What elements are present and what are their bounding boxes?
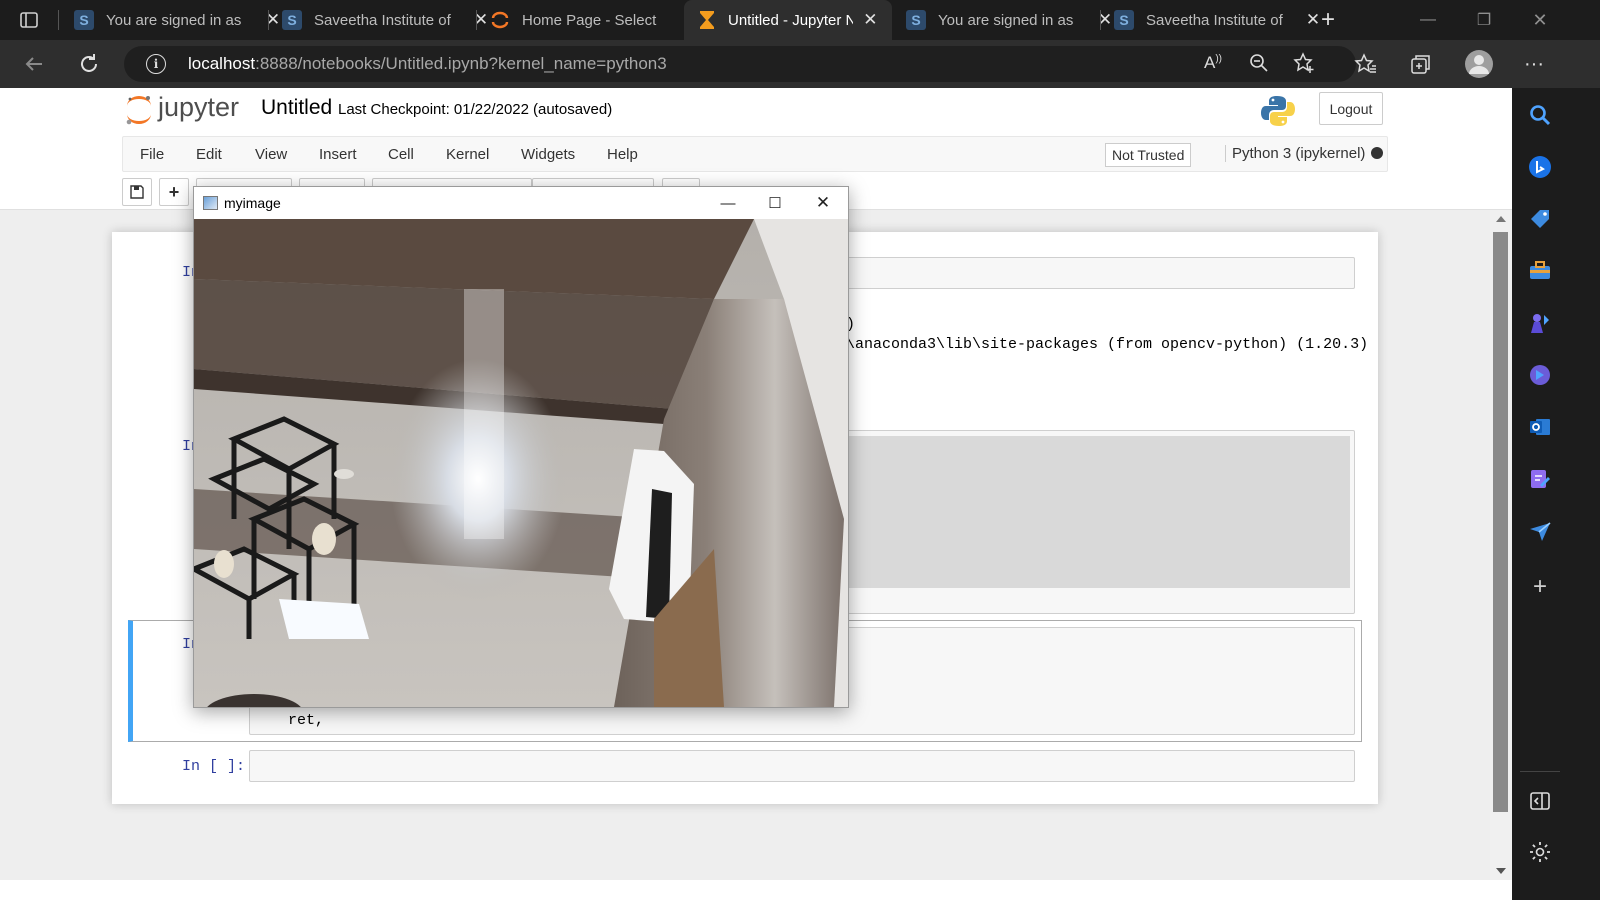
tab-title: Untitled - Jupyter N — [728, 11, 853, 29]
browser-tab-2[interactable]: S Saveetha Institute of ✕ — [268, 0, 504, 40]
saveetha-favicon-icon: S — [74, 10, 94, 30]
collections-icon[interactable] — [1407, 50, 1435, 78]
browser-tab-3[interactable]: Home Page - Select ✕ — [476, 0, 712, 40]
browser-tab-6[interactable]: S Saveetha Institute of ✕ — [1100, 0, 1336, 40]
site-info-icon[interactable]: i — [146, 54, 166, 74]
search-icon[interactable] — [1526, 101, 1554, 129]
copilot-icon[interactable] — [1526, 361, 1554, 389]
menu-widgets[interactable]: Widgets — [521, 146, 575, 163]
page-bottom-strip — [0, 880, 1512, 900]
saveetha-favicon-icon: S — [1114, 10, 1134, 30]
jupyter-logo-text[interactable]: jupyter — [158, 92, 239, 123]
close-icon[interactable]: ✕ — [808, 191, 838, 215]
shopping-tag-icon[interactable] — [1526, 205, 1554, 233]
tab-title: You are signed in as — [106, 11, 242, 29]
save-notebook-button[interactable] — [122, 178, 152, 206]
checkpoint-status: Last Checkpoint: 01/22/2022 — [338, 101, 529, 118]
scrollbar-thumb[interactable] — [1493, 232, 1508, 812]
code-cell-input[interactable] — [249, 750, 1355, 782]
profile-avatar-icon[interactable] — [1463, 48, 1495, 80]
zoom-out-icon[interactable] — [1248, 52, 1270, 79]
menu-edit[interactable]: Edit — [196, 146, 222, 163]
close-tab-icon[interactable]: ✕ — [863, 10, 878, 30]
jupyter-favicon-icon — [490, 10, 510, 30]
trust-status-button[interactable]: Not Trusted — [1105, 143, 1192, 167]
jupyter-menu-bar: File Edit View Insert Cell Kernel Widget… — [122, 136, 1388, 172]
back-icon[interactable] — [20, 50, 48, 78]
hourglass-icon — [698, 10, 716, 30]
opencv-image-window[interactable]: myimage — ☐ ✕ — [193, 186, 849, 708]
kernel-name[interactable]: Python 3 (ipykernel) — [1225, 145, 1365, 162]
minimize-window-icon[interactable]: — — [1400, 0, 1456, 40]
tools-briefcase-icon[interactable] — [1526, 257, 1554, 285]
menu-kernel[interactable]: Kernel — [446, 146, 489, 163]
cell-prompt: In [ ]: — [182, 758, 246, 775]
webcam-frame-image — [194, 219, 848, 707]
menu-file[interactable]: File — [140, 146, 164, 163]
tab-title: Saveetha Institute of — [1146, 11, 1283, 29]
browser-tab-5[interactable]: S You are signed in as ✕ — [892, 0, 1128, 40]
url-field[interactable]: i localhost:8888/notebooks/Untitled.ipyn… — [124, 46, 1356, 82]
saveetha-favicon-icon: S — [906, 10, 926, 30]
kernel-busy-indicator-icon — [1371, 147, 1383, 159]
bing-chat-icon[interactable] — [1526, 153, 1554, 181]
cell-output-text: \anaconda3\lib\site-packages (from openc… — [846, 336, 1369, 353]
logout-button[interactable]: Logout — [1319, 92, 1383, 125]
restore-window-icon[interactable]: ❐ — [1456, 0, 1512, 40]
close-window-icon[interactable]: ✕ — [1512, 0, 1568, 40]
url-text: localhost:8888/notebooks/Untitled.ipynb?… — [188, 54, 667, 73]
python-logo-icon — [1260, 94, 1296, 133]
menu-view[interactable]: View — [255, 146, 287, 163]
code-text: ret, — [288, 712, 325, 729]
autosave-status: (autosaved) — [533, 101, 613, 118]
address-bar-row: i localhost:8888/notebooks/Untitled.ipyn… — [0, 40, 1600, 88]
browser-tab-1[interactable]: S You are signed in as ✕ — [60, 0, 296, 40]
send-arrow-icon[interactable] — [1526, 517, 1554, 545]
refresh-icon[interactable] — [75, 50, 103, 78]
hide-sidebar-icon[interactable] — [1526, 787, 1554, 815]
insert-cell-button[interactable]: + — [159, 178, 189, 206]
window-app-icon — [203, 196, 218, 210]
read-aloud-icon[interactable]: A)) — [1204, 53, 1222, 73]
settings-more-icon[interactable]: ··· — [1520, 50, 1548, 78]
menu-insert[interactable]: Insert — [319, 146, 357, 163]
jupyter-logo-icon[interactable] — [124, 94, 154, 131]
menu-help[interactable]: Help — [607, 146, 638, 163]
scroll-down-icon[interactable] — [1496, 868, 1506, 874]
browser-tab-4[interactable]: Untitled - Jupyter N ✕ — [684, 0, 892, 40]
tab-title: Home Page - Select — [522, 11, 657, 29]
tab-title: You are signed in as — [938, 11, 1074, 29]
games-icon[interactable] — [1526, 309, 1554, 337]
window-title: myimage — [224, 195, 281, 211]
minimize-icon[interactable]: — — [713, 191, 743, 215]
outlook-icon[interactable] — [1526, 413, 1554, 441]
favorites-icon[interactable] — [1352, 50, 1380, 78]
add-favorite-icon[interactable] — [1292, 51, 1316, 80]
maximize-icon[interactable]: ☐ — [760, 191, 790, 215]
new-tab-icon[interactable]: + — [1316, 6, 1340, 33]
add-sidebar-app-icon[interactable]: + — [1526, 573, 1554, 601]
tab-actions-icon[interactable] — [17, 8, 41, 32]
notebook-name[interactable]: Untitled — [261, 96, 332, 120]
window-title-bar[interactable]: myimage — ☐ ✕ — [194, 187, 848, 219]
scroll-up-icon[interactable] — [1496, 216, 1506, 222]
edge-sidebar: + — [1512, 88, 1600, 900]
menu-cell[interactable]: Cell — [388, 146, 414, 163]
browser-tab-bar: S You are signed in as ✕ S Saveetha Inst… — [0, 0, 1600, 40]
drop-notes-icon[interactable] — [1526, 465, 1554, 493]
saveetha-favicon-icon: S — [282, 10, 302, 30]
tab-title: Saveetha Institute of — [314, 11, 451, 29]
sidebar-settings-icon[interactable] — [1526, 838, 1554, 866]
